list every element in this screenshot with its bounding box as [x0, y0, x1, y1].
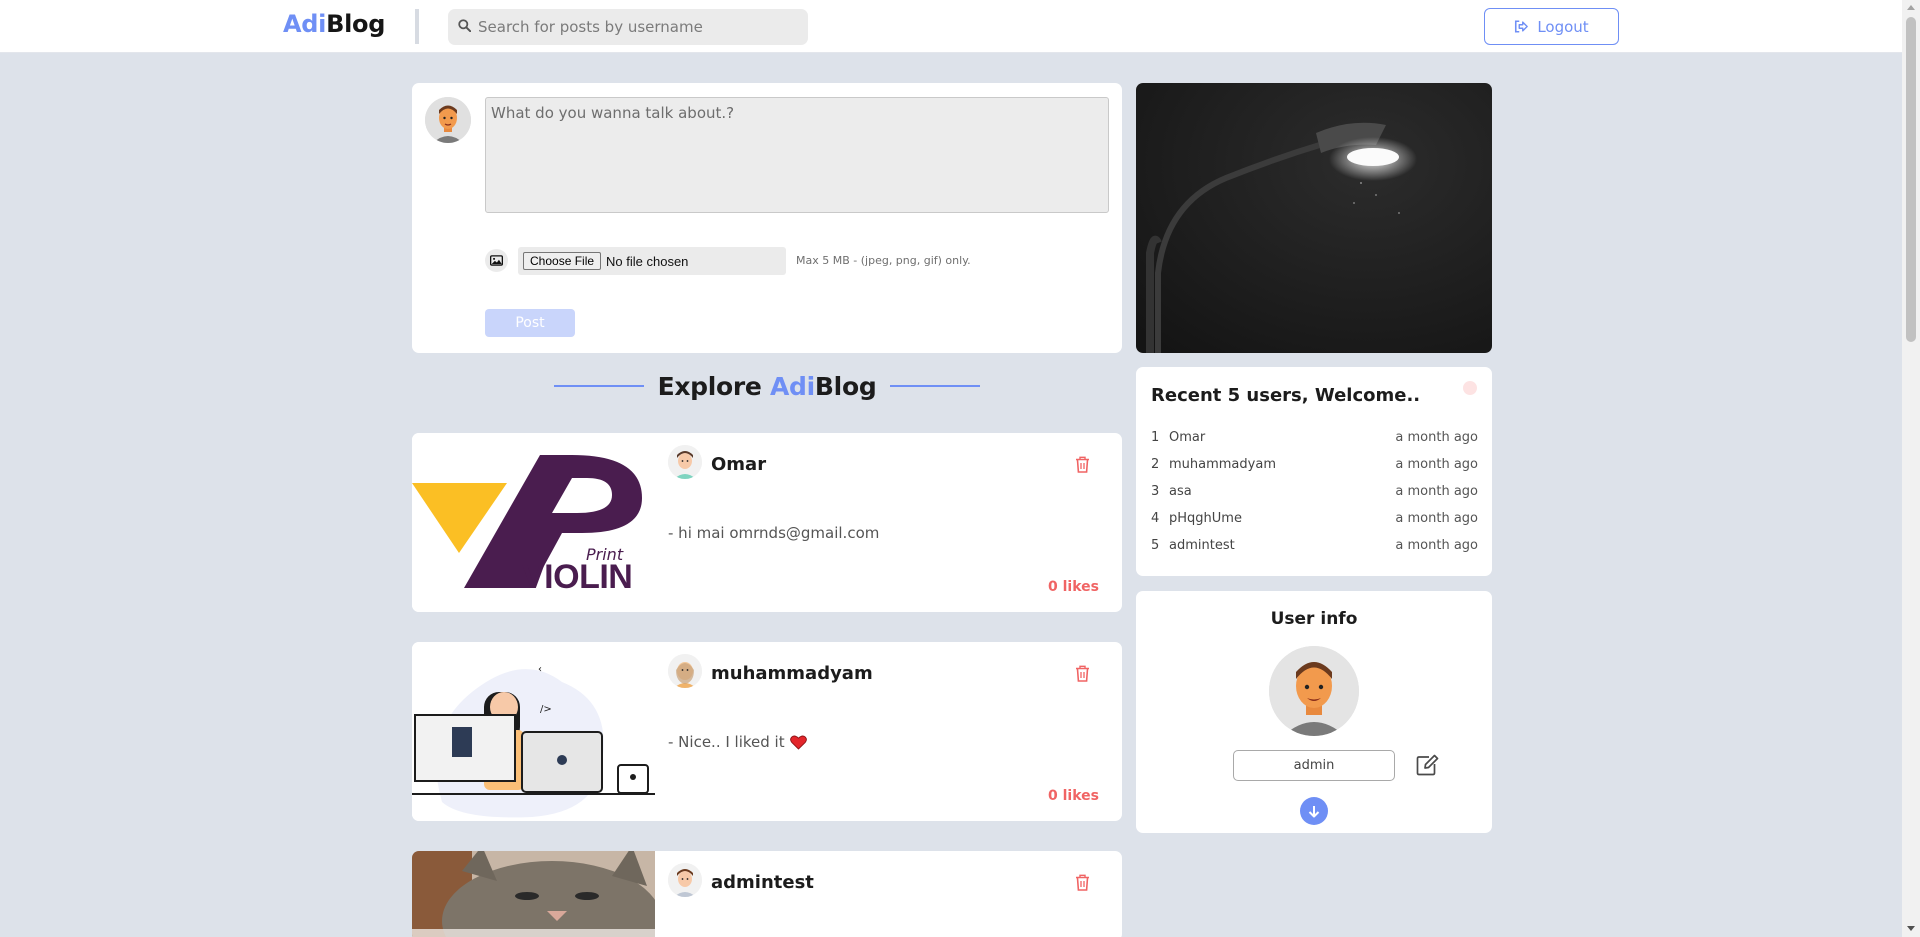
page-scrollbar[interactable] [1902, 0, 1920, 937]
post-card: Print VIOLIN Omar - hi mai omrnds@gmail.… [412, 433, 1122, 612]
post-card: admintest [412, 851, 1122, 937]
post-text: - hi mai omrnds@gmail.com [668, 524, 880, 542]
person-icon [668, 654, 702, 688]
post-image[interactable]: /> ‹ [412, 642, 655, 821]
svg-text:‹: ‹ [538, 664, 542, 675]
thumb-title-text: VIOLIN [522, 558, 633, 596]
recent-users-list: 1 Omar a month ago 2 muhammadyam a month ago… [1151, 424, 1478, 559]
item-number: 2 [1151, 457, 1160, 472]
divider-line-left [553, 385, 644, 387]
status-dot [1463, 381, 1477, 395]
navbar-divider [415, 9, 419, 44]
svg-text:/>: /> [540, 704, 552, 715]
recent-users-panel: Recent 5 users, Welcome.. 1 Omar a month a… [1136, 367, 1492, 576]
author-avatar[interactable] [668, 445, 702, 479]
arrow-down-icon [1308, 805, 1320, 817]
street-lamp-image [1136, 83, 1492, 353]
item-username[interactable]: Omar [1169, 430, 1395, 445]
item-username[interactable]: asa [1169, 484, 1395, 499]
post-textarea[interactable] [485, 97, 1109, 213]
explore-title: Explore AdiBlog [658, 372, 877, 401]
item-username[interactable]: pHqghUme [1169, 511, 1395, 526]
item-number: 3 [1151, 484, 1160, 499]
expand-down-button[interactable] [1300, 797, 1328, 825]
image-icon [485, 249, 508, 272]
explore-heading: Explore AdiBlog [412, 366, 1122, 406]
person-icon [668, 863, 702, 897]
post-author[interactable]: admintest [711, 872, 814, 893]
post-content: - hi mai omrnds@gmail.com [668, 524, 879, 542]
scroll-down-arrow-icon[interactable] [1907, 926, 1915, 931]
list-item[interactable]: 4 pHqghUme a month ago [1151, 505, 1478, 532]
item-time: a month ago [1395, 511, 1478, 526]
explore-prefix: Explore [657, 371, 770, 401]
search-box[interactable] [448, 9, 808, 45]
developer-illustration: /> ‹ [412, 642, 655, 821]
user-info-title: User info [1270, 609, 1358, 629]
item-time: a month ago [1395, 538, 1478, 553]
post-image[interactable]: Print VIOLIN [412, 433, 655, 612]
logout-label: Logout [1537, 17, 1589, 36]
item-username[interactable]: muhammadyam [1169, 457, 1395, 472]
likes-count[interactable]: 0 likes [1048, 579, 1099, 595]
list-item[interactable]: 3 asa a month ago [1151, 478, 1478, 505]
post-author[interactable]: Omar [711, 454, 766, 475]
post-author[interactable]: muhammadyam [711, 663, 873, 684]
person-icon [668, 445, 702, 479]
file-status: No file chosen [606, 253, 689, 269]
item-number: 4 [1151, 511, 1160, 526]
list-item[interactable]: 5 admintest a month ago [1151, 532, 1478, 559]
item-time: a month ago [1395, 457, 1478, 472]
item-number: 5 [1151, 538, 1160, 553]
list-item[interactable]: 2 muhammadyam a month ago [1151, 451, 1478, 478]
recent-users-title: Recent 5 users, Welcome.. [1151, 385, 1421, 406]
list-item[interactable]: 1 Omar a month ago [1151, 424, 1478, 451]
hero-image [1136, 83, 1492, 353]
username-field[interactable] [1233, 750, 1395, 781]
file-hint: Max 5 MB - (jpeg, png, gif) only. [796, 254, 971, 267]
post-text: - Nice.. I liked it [668, 733, 785, 751]
user-info-panel: User info [1136, 591, 1492, 833]
logo-accent: Adi [283, 10, 327, 38]
post-image[interactable] [412, 851, 655, 937]
trash-icon[interactable] [1075, 456, 1090, 473]
author-avatar[interactable] [668, 863, 702, 897]
avatar[interactable] [1269, 646, 1359, 736]
item-number: 1 [1151, 430, 1160, 445]
divider-line-right [890, 385, 981, 387]
item-username[interactable]: admintest [1169, 538, 1395, 553]
site-logo[interactable]: AdiBlog [283, 10, 385, 38]
choose-file-button[interactable]: Choose File [523, 252, 602, 270]
scroll-up-arrow-icon[interactable] [1907, 5, 1915, 10]
item-time: a month ago [1395, 430, 1478, 445]
item-time: a month ago [1395, 484, 1478, 499]
trash-icon[interactable] [1075, 874, 1090, 891]
post-card: /> ‹ muhammadyam - Nice.. I liked it 0 l… [412, 642, 1122, 821]
logo-text: Blog [326, 10, 386, 38]
post-composer: Choose File No file chosen Max 5 MB - (j… [412, 83, 1122, 353]
post-button[interactable]: Post [485, 309, 575, 337]
sign-out-icon [1515, 20, 1529, 33]
trash-icon[interactable] [1075, 665, 1090, 682]
heart-icon [789, 735, 807, 750]
post-content: - Nice.. I liked it [668, 733, 807, 751]
explore-rest: Blog [814, 371, 877, 401]
file-picker[interactable]: Choose File No file chosen [518, 247, 786, 275]
edit-icon[interactable] [1416, 754, 1439, 776]
search-icon [458, 19, 471, 32]
scrollbar-thumb[interactable] [1906, 17, 1916, 342]
user-avatar-icon [425, 97, 471, 143]
explore-accent: Adi [770, 371, 815, 401]
top-navbar: AdiBlog Logout [0, 0, 1902, 53]
cat-photo [412, 851, 655, 937]
logout-button[interactable]: Logout [1484, 8, 1619, 45]
author-avatar[interactable] [668, 654, 702, 688]
search-input[interactable] [478, 9, 798, 45]
user-avatar-icon [1269, 646, 1359, 736]
composer-avatar [425, 97, 471, 143]
likes-count[interactable]: 0 likes [1048, 788, 1099, 804]
